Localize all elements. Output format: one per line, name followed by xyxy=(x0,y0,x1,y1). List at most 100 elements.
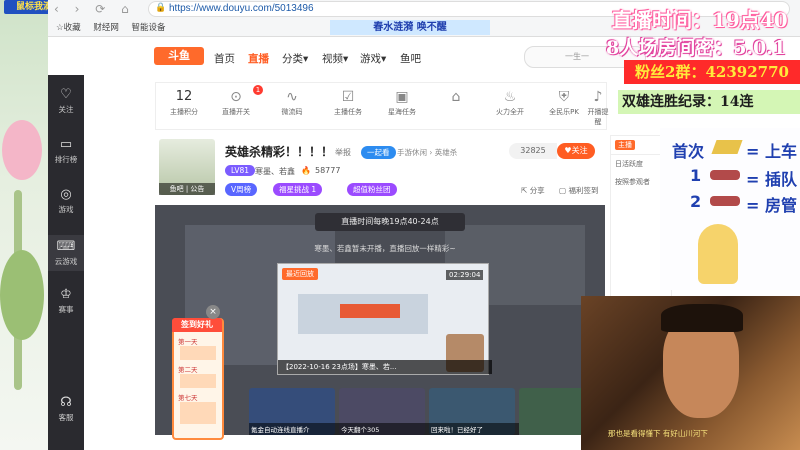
rocket-icon xyxy=(710,196,740,206)
cartoon-character xyxy=(698,224,738,284)
category-breadcrumb[interactable]: 手游休闲 › 英雄杀 xyxy=(397,147,457,158)
sidebar-item-ranking[interactable]: ▭ 排行榜 xyxy=(48,137,84,165)
live-time-overlay: 直播时间：19点40 xyxy=(612,8,788,32)
nav-games[interactable]: 游戏▾ xyxy=(360,51,386,66)
share-button[interactable]: ⇱ 分享 xyxy=(521,185,545,196)
tool-gift[interactable]: ⌂ xyxy=(432,89,480,107)
flame-icon: ♨ xyxy=(503,89,517,105)
nav-home[interactable]: 首页 xyxy=(214,51,235,66)
replay-title: 【2022-10-16 23点场】寒墨、若... xyxy=(278,360,492,374)
douyu-logo[interactable]: 斗鱼 xyxy=(154,47,204,65)
checklist-icon: ☑ xyxy=(341,89,355,105)
rule-two-result: = 插队 xyxy=(746,170,797,189)
tool-reminder[interactable]: ♪ 开播提醒 xyxy=(586,89,610,127)
offline-notice: 寒墨、若鑫暂未开播，直播回放一样精彩~ xyxy=(314,244,456,253)
notification-badge: 1 xyxy=(253,85,263,95)
bookmark-item[interactable]: 财经网 xyxy=(93,23,119,33)
sidebar-item-follow[interactable]: ♡ 关注 xyxy=(48,87,84,115)
gift-item xyxy=(180,346,216,360)
hair-image xyxy=(661,304,743,332)
heat-value: 58777 xyxy=(315,166,341,175)
gift-item xyxy=(180,374,216,388)
sidebar-item-events[interactable]: ♔ 赛事 xyxy=(48,287,84,315)
sidebar-item-games[interactable]: ◎ 游戏 xyxy=(48,187,84,215)
sign-in-gift-panel[interactable]: 签到好礼 第一天 第二天 第七天 xyxy=(172,318,224,440)
room-title: 英雄杀精彩！！！！ xyxy=(225,145,334,159)
lucky-challenge-chip[interactable]: 福星挑战 1 xyxy=(273,183,323,196)
gift-panel-title: 签到好礼 xyxy=(172,318,222,332)
rule-three-num: 2 xyxy=(690,192,702,211)
url-text[interactable]: https://www.douyu.com/5013496 xyxy=(169,3,314,14)
tool-anchor-task[interactable]: ☑ 主播任务 xyxy=(324,89,372,117)
flower-decoration xyxy=(2,120,42,180)
win-record-overlay: 双雄连胜纪录：14连 xyxy=(618,90,800,114)
video-thumbnail[interactable]: 回来啦！已经好了 xyxy=(429,388,519,435)
tool-live-switch[interactable]: ⊙ 直播开关 xyxy=(212,89,260,117)
customer-service-icon: ☊ xyxy=(60,395,72,410)
nav-live[interactable]: 直播 xyxy=(248,51,269,66)
replay-duration: 02:29:04 xyxy=(446,270,484,280)
streamer-name[interactable]: 寒墨、若鑫 xyxy=(255,166,295,177)
waveform-icon: ∿ xyxy=(286,89,298,105)
gift-day-label: 第七天 xyxy=(178,394,198,402)
replay-play-bar xyxy=(340,304,400,318)
trophy-icon: ♔ xyxy=(60,287,72,302)
share-icon: ⇱ xyxy=(521,186,528,195)
follower-count: 32825 xyxy=(509,143,557,159)
bookmark-item[interactable]: ☆收藏 xyxy=(56,23,81,33)
level-badge: LV81 xyxy=(225,165,256,176)
ad-icon: ▣ xyxy=(395,89,409,105)
sidebar-item-cloud-game[interactable]: ⌨ 云游戏 xyxy=(48,235,84,271)
streamer-avatar[interactable]: 鱼吧 | 公告 xyxy=(159,139,215,195)
rules-overlay: 首次 = 上车 1 = 插队 2 = 房管 xyxy=(660,128,800,290)
anchor-score[interactable]: 12 主播积分 xyxy=(160,89,208,117)
left-decoration xyxy=(0,0,48,450)
report-link[interactable]: 举报 xyxy=(335,147,351,158)
rule-three-result: = 房管 xyxy=(746,196,797,215)
video-thumbnail[interactable]: 氪金自动连线直播介 xyxy=(249,388,339,435)
score-value: 12 xyxy=(175,89,193,104)
game-icon: ◎ xyxy=(60,187,72,202)
replay-card[interactable]: 最近回放 02:29:04 【2022-10-16 23点场】寒墨、若... xyxy=(277,263,492,375)
fan-club-chip[interactable]: 超值粉丝团 xyxy=(347,183,397,196)
tool-pk[interactable]: ⛨ 全民乐PK xyxy=(540,89,588,117)
bell-icon: ♪ xyxy=(593,89,603,105)
pk-shield-icon: ⛨ xyxy=(558,89,570,105)
sidebar-item-service[interactable]: ☊ 客服 xyxy=(48,395,84,423)
rule-two-num: 1 xyxy=(690,166,702,185)
leaf-decoration xyxy=(0,250,44,340)
cloud-game-icon: ⌨ xyxy=(56,239,76,254)
tool-stream-code[interactable]: ∿ 微流码 xyxy=(268,89,316,117)
fire-icon: 🔥 xyxy=(301,166,311,175)
video-thumbnail[interactable]: 今天翻个305 xyxy=(339,388,429,435)
nav-video[interactable]: 视频▾ xyxy=(322,51,348,66)
gift-day-label: 第一天 xyxy=(178,338,198,346)
browser-nav-buttons[interactable]: ‹ › ⟳ ⌂ xyxy=(54,2,135,16)
heart-icon: ♡ xyxy=(60,87,72,102)
rule-first-result: = 上车 xyxy=(746,142,797,161)
tool-star-task[interactable]: ▣ 星海任务 xyxy=(378,89,426,117)
nav-category[interactable]: 分类▾ xyxy=(282,51,308,66)
weekly-rank-chip[interactable]: V周榜 xyxy=(225,183,258,196)
avatar-links[interactable]: 鱼吧 | 公告 xyxy=(159,183,215,195)
nav-fish-bar[interactable]: 鱼吧 xyxy=(400,51,421,66)
streamer-tools-bar: 12 主播积分 ⊙ 直播开关 1 ∿ 微流码 ☑ 主播任务 ▣ 星海任务 ⌂ ♨ 火力全开 … xyxy=(155,82,610,130)
ranking-icon: ▭ xyxy=(59,137,73,152)
top-banner-text: 春水涟漪 唤不醒 xyxy=(330,20,490,35)
tool-fire[interactable]: ♨ 火力全开 xyxy=(486,89,534,117)
gold-bar-icon xyxy=(711,140,743,154)
gift-icon: ⌂ xyxy=(451,89,461,105)
watch-together-tag[interactable]: 一起看 xyxy=(361,146,396,159)
sign-in-button[interactable]: ▢ 福利签到 xyxy=(559,185,598,196)
follow-button[interactable]: ♥关注 xyxy=(557,143,595,159)
face-video-overlay xyxy=(581,296,800,450)
close-icon[interactable]: × xyxy=(206,305,220,319)
rocket-icon xyxy=(710,170,740,180)
schedule-banner: 直播时间每晚19点40-24点 xyxy=(315,213,465,231)
lock-icon: 🔒 xyxy=(155,3,167,13)
room-info: 鱼吧 | 公告 英雄杀精彩！！！！ 举报 一起看 手游休闲 › 英雄杀 3282… xyxy=(155,135,605,203)
bookmark-item[interactable]: 智能设备 xyxy=(132,23,166,33)
video-subtitle: 那也是看得懂下 有好山川河下 xyxy=(608,429,708,438)
gift-item xyxy=(180,402,216,424)
fan-group-overlay: 粉丝2群：42392770 xyxy=(624,60,800,84)
